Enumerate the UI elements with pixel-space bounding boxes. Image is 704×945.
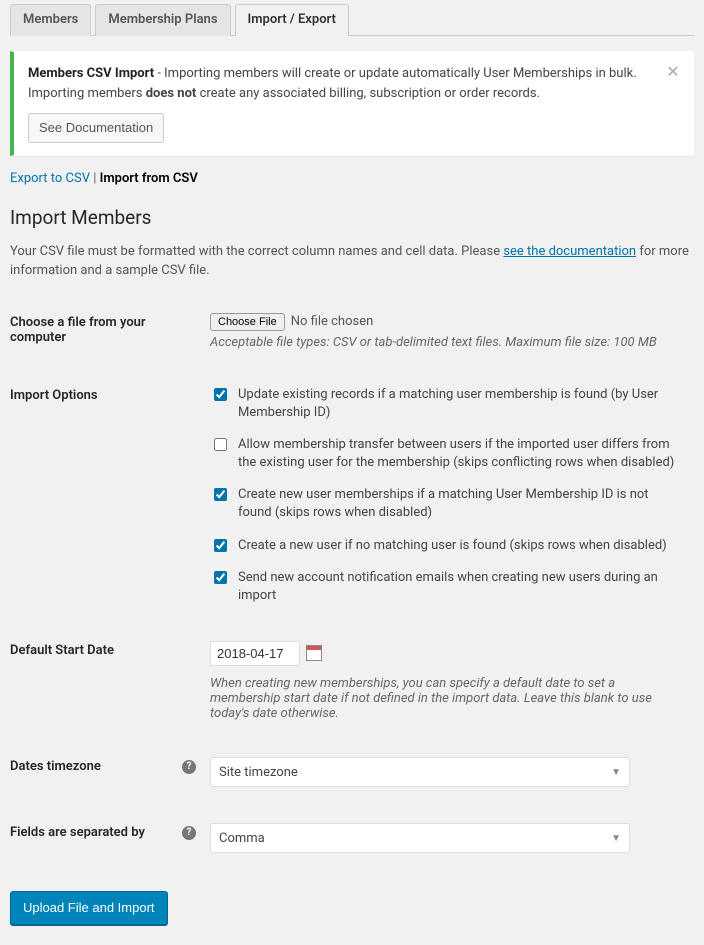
- tab-membership-plans[interactable]: Membership Plans: [95, 4, 230, 36]
- default-start-date-description: When creating new memberships, you can s…: [210, 676, 684, 721]
- chevron-down-icon: ▼: [611, 767, 621, 778]
- help-icon[interactable]: ?: [182, 826, 196, 840]
- documentation-link[interactable]: see the documentation: [503, 244, 636, 259]
- import-option-label: Allow membership transfer between users …: [238, 436, 684, 472]
- dates-timezone-select[interactable]: Site timezone ▼: [210, 757, 630, 787]
- export-to-csv-link[interactable]: Export to CSV: [10, 171, 90, 186]
- default-start-date-input[interactable]: [210, 641, 300, 666]
- import-option-checkbox-2[interactable]: [214, 488, 227, 501]
- calendar-icon[interactable]: [306, 645, 322, 661]
- import-from-csv-current: Import from CSV: [100, 171, 198, 186]
- intro-text: Your CSV file must be formatted with the…: [10, 242, 694, 281]
- tab-members[interactable]: Members: [10, 4, 91, 36]
- import-option-label: Create a new user if no matching user is…: [238, 537, 667, 555]
- import-option-label: Create new user memberships if a matchin…: [238, 486, 684, 522]
- import-options-label: Import Options: [10, 368, 210, 624]
- import-option-checkbox-3[interactable]: [214, 539, 227, 552]
- default-start-date-label: Default Start Date: [10, 623, 210, 739]
- file-field-description: Acceptable file types: CSV or tab-delimi…: [210, 335, 684, 350]
- page-title: Import Members: [10, 206, 694, 229]
- upload-and-import-button[interactable]: Upload File and Import: [10, 891, 168, 925]
- file-chosen-status: No file chosen: [291, 314, 374, 329]
- fields-separator-select[interactable]: Comma ▼: [210, 823, 630, 853]
- fields-separator-label: Fields are separated by: [10, 825, 145, 840]
- sub-nav: Export to CSV | Import from CSV: [10, 171, 694, 186]
- import-option-label: Send new account notification emails whe…: [238, 569, 684, 605]
- import-option-checkbox-4[interactable]: [214, 571, 227, 584]
- choose-file-button[interactable]: Choose File: [210, 313, 285, 331]
- import-notice: Members CSV Import - Importing members w…: [10, 51, 694, 156]
- dismiss-notice-button[interactable]: ✕: [663, 62, 683, 82]
- import-option-checkbox-0[interactable]: [214, 388, 227, 401]
- import-option-checkbox-1[interactable]: [214, 438, 227, 451]
- import-option-label: Update existing records if a matching us…: [238, 386, 684, 422]
- notice-text: Members CSV Import - Importing members w…: [28, 64, 653, 103]
- file-field-label: Choose a file from your computer: [10, 295, 210, 368]
- close-icon: ✕: [666, 64, 679, 81]
- chevron-down-icon: ▼: [611, 833, 621, 844]
- see-documentation-button[interactable]: See Documentation: [28, 113, 164, 143]
- tab-import-export[interactable]: Import / Export: [235, 4, 349, 36]
- dates-timezone-label: Dates timezone: [10, 759, 101, 774]
- admin-tabs: Members Membership Plans Import / Export: [10, 0, 694, 36]
- help-icon[interactable]: ?: [182, 760, 196, 774]
